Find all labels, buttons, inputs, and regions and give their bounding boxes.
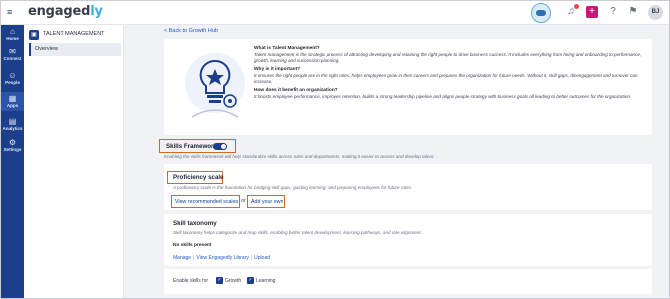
intro-answer: Talent management is the strategic proce… (254, 52, 642, 63)
people-icon: ☺ (8, 71, 17, 80)
lightbulb-illustration-icon (185, 53, 245, 118)
intro-answer: It boosts employee performance, improves… (254, 94, 632, 99)
add-your-own-button[interactable]: Add your own (247, 195, 285, 208)
nav-label: Analytics (2, 126, 23, 131)
skills-framework-label: Skills Framework (166, 143, 217, 150)
analytics-icon: ▤ (8, 117, 17, 126)
taxonomy-title: Skill taxonomy (173, 220, 217, 227)
growth-checkbox[interactable]: ✓ (216, 277, 223, 284)
view-recommended-scales-button[interactable]: View recommended scales (171, 195, 240, 208)
intro-card: What is Talent Management? Talent manage… (164, 39, 652, 135)
chat-icon: ✉ (9, 47, 16, 56)
add-icon[interactable]: + (586, 6, 598, 18)
learning-label: Learning (256, 278, 276, 284)
gear-icon: ⚙ (8, 138, 17, 147)
module-sidebar: ▣ TALENT MANAGEMENT Overview (24, 25, 124, 298)
growth-label: Growth (225, 278, 242, 284)
intro-text: What is Talent Management? Talent manage… (254, 44, 646, 103)
avatar[interactable]: BJ (648, 5, 663, 20)
app-window: ≡ engagedly ♫ + ? ⚑ BJ ⌂ Home ✉ Connect … (0, 0, 670, 299)
nav-item-apps[interactable]: ▦ Apps (1, 92, 24, 111)
proficiency-description: A proficiency scale is the foundation fo… (173, 185, 413, 190)
proficiency-title: Proficiency scale (173, 174, 224, 181)
taxonomy-description: Skill taxonomy helps categorize and map … (173, 230, 422, 235)
empty-skills-text: No skills present (173, 243, 212, 248)
back-link[interactable]: < Back to Growth Hub (164, 28, 218, 34)
sidebar-item-overview[interactable]: Overview (29, 43, 121, 56)
nav-item-connect[interactable]: ✉ Connect (1, 47, 24, 62)
skills-framework-toggle[interactable] (213, 143, 227, 150)
learning-checkbox[interactable]: ✓ (247, 277, 254, 284)
apps-icon: ▦ (8, 94, 17, 103)
or-text: or (241, 198, 246, 204)
upload-link[interactable]: Upload (254, 255, 270, 261)
flag-icon[interactable]: ⚑ (627, 6, 639, 18)
nav-label: Home (6, 36, 19, 41)
link-separator: | (250, 255, 253, 261)
primary-nav: ⌂ Home ✉ Connect ☺ People ▦ Apps ▤ Analy… (1, 25, 24, 298)
home-icon: ⌂ (10, 27, 15, 36)
nav-item-analytics[interactable]: ▤ Analytics (1, 117, 24, 132)
top-bar: ≡ engagedly ♫ + ? ⚑ BJ (1, 1, 669, 25)
intro-answer: It ensures the right people are in the r… (254, 73, 638, 84)
hamburger-icon[interactable]: ≡ (7, 8, 15, 17)
enable-skills-label: Enable skills for (173, 278, 209, 284)
skills-framework-description: Enabling the skills framework will help … (164, 154, 435, 159)
nav-item-people[interactable]: ☺ People (1, 71, 24, 86)
nav-label: People (5, 80, 20, 85)
link-separator: | (193, 255, 195, 261)
module-icon: ▣ (29, 30, 39, 40)
view-library-link[interactable]: View Engagedly Library (196, 255, 248, 261)
manage-link[interactable]: Manage (173, 255, 191, 261)
nav-label: Connect (3, 56, 22, 61)
notification-dot (574, 4, 579, 9)
nav-item-home[interactable]: ⌂ Home (1, 27, 24, 42)
nav-label: Apps (6, 103, 19, 108)
help-icon[interactable]: ? (607, 6, 619, 18)
app-logo[interactable]: engagedly (28, 4, 103, 19)
taxonomy-links: Manage | View Engagedly Library | Upload (173, 255, 270, 261)
module-title: TALENT MANAGEMENT (43, 31, 105, 37)
nav-label: Settings (3, 147, 22, 152)
assistant-icon[interactable] (531, 3, 551, 23)
module-header: ▣ TALENT MANAGEMENT (29, 29, 121, 42)
nav-item-settings[interactable]: ⚙ Settings (1, 138, 24, 153)
